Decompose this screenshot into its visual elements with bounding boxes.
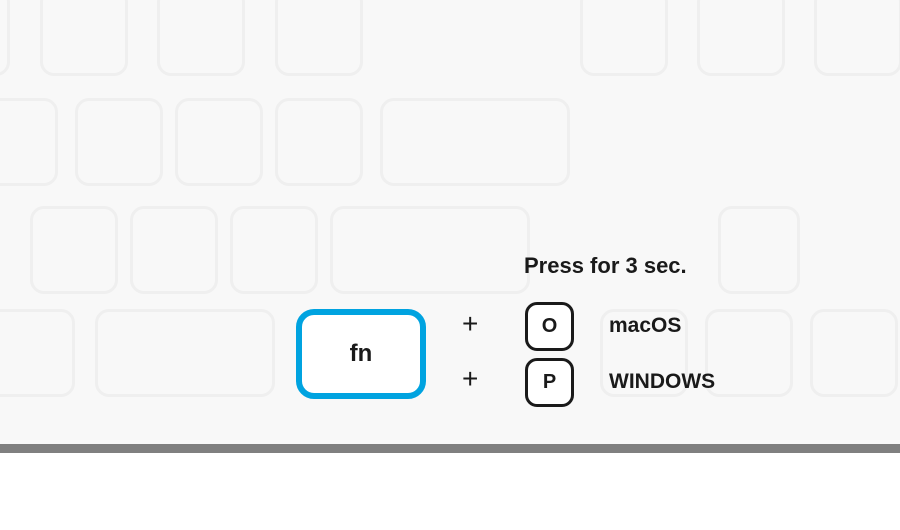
bg-key [40, 0, 128, 76]
fn-key-label: fn [350, 340, 373, 368]
bg-key [0, 0, 10, 76]
plus-icon: + [462, 363, 478, 395]
below-keyboard-area [0, 453, 900, 530]
bg-key [75, 98, 163, 186]
bg-key [814, 0, 900, 76]
bg-key [175, 98, 263, 186]
bg-key [157, 0, 245, 76]
bg-key [0, 98, 58, 186]
bg-key [130, 206, 218, 294]
bg-key [95, 309, 275, 397]
key-o: O [525, 302, 574, 351]
bg-key [330, 206, 530, 294]
key-p: P [525, 358, 574, 407]
plus-icon: + [462, 308, 478, 340]
bg-key [705, 309, 793, 397]
fn-key: fn [296, 309, 426, 399]
key-p-label: P [543, 371, 556, 394]
bg-key [0, 309, 75, 397]
bg-key [230, 206, 318, 294]
bg-key [30, 206, 118, 294]
bg-key [380, 98, 570, 186]
bg-key [275, 98, 363, 186]
bg-key [810, 309, 898, 397]
key-o-label: O [542, 315, 558, 338]
instruction-title: Press for 3 sec. [524, 253, 687, 279]
os-label-windows: WINDOWS [609, 370, 715, 394]
keyboard-edge-bar [0, 444, 900, 453]
bg-key [697, 0, 785, 76]
bg-key [718, 206, 800, 294]
bg-key [275, 0, 363, 76]
bg-key [580, 0, 668, 76]
os-label-macos: macOS [609, 314, 681, 338]
